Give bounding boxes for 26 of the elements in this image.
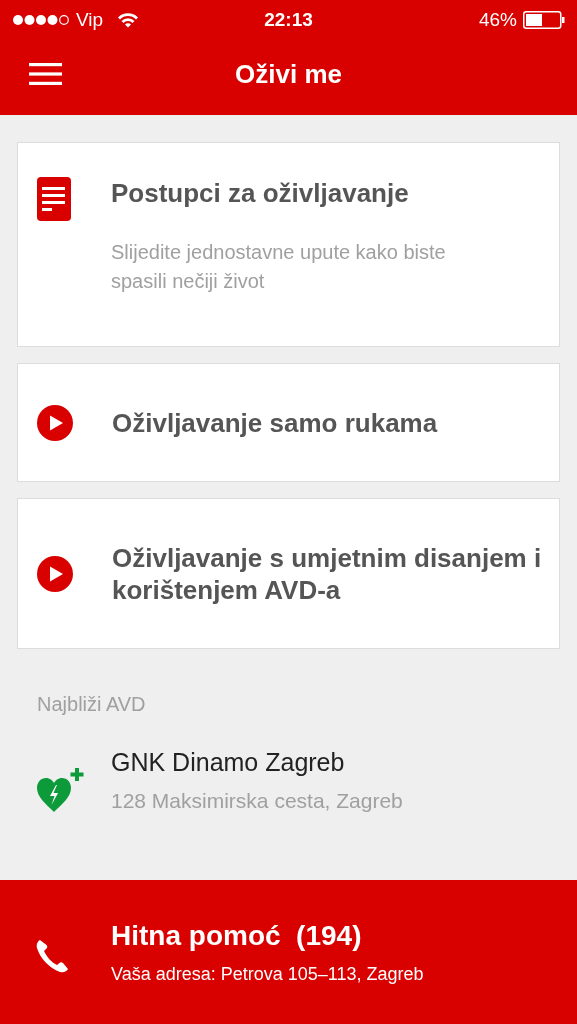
menu-card[interactable]: Postupci za oživljavanje Slijedite jednostavne upute kako biste spasili nečiji život	[17, 142, 560, 347]
signal-icon	[12, 14, 70, 26]
wifi-icon	[117, 12, 140, 28]
battery-percent: 46%	[478, 9, 517, 31]
card-title: Postupci za oživljavanje	[111, 177, 410, 209]
clock-time: 22:13	[264, 9, 313, 31]
card-description: Slijedite jednostavne upute kako biste spasili nečiji život	[111, 240, 447, 294]
battery-icon	[523, 11, 565, 29]
play-icon	[37, 555, 73, 592]
document-icon	[37, 177, 71, 221]
menu-card[interactable]: Oživljavanje samo rukama	[17, 363, 560, 482]
emergency-title: Hitna pomoć (194)	[111, 919, 363, 952]
carrier-name: Vip	[76, 9, 104, 31]
play-icon	[37, 404, 73, 441]
card-title: Oživljavanje samo rukama	[112, 406, 438, 439]
phone-icon	[35, 938, 71, 974]
your-address: Vaša adresa: Petrova 105–113, Zagreb	[111, 963, 424, 985]
menu-icon[interactable]	[29, 63, 62, 85]
section-heading: Najbliži AVD	[37, 693, 147, 716]
aed-heart-icon	[36, 768, 84, 814]
card-title: Oživljavanje s umjetnim disanjem i korištenjem AVD-a	[112, 541, 543, 606]
emergency-call-bar[interactable]: Hitna pomoć (194) Vaša adresa: Petrova 105–113, Zagreb	[0, 880, 577, 1024]
location-name[interactable]: GNK Dinamo Zagreb	[111, 747, 403, 777]
menu-card[interactable]: Oživljavanje s umjetnim disanjem i korištenjem AVD-a	[17, 498, 560, 649]
location-address: 128 Maksimirska cesta, Zagreb	[111, 788, 403, 813]
screen-title: Oživi me	[235, 59, 342, 90]
